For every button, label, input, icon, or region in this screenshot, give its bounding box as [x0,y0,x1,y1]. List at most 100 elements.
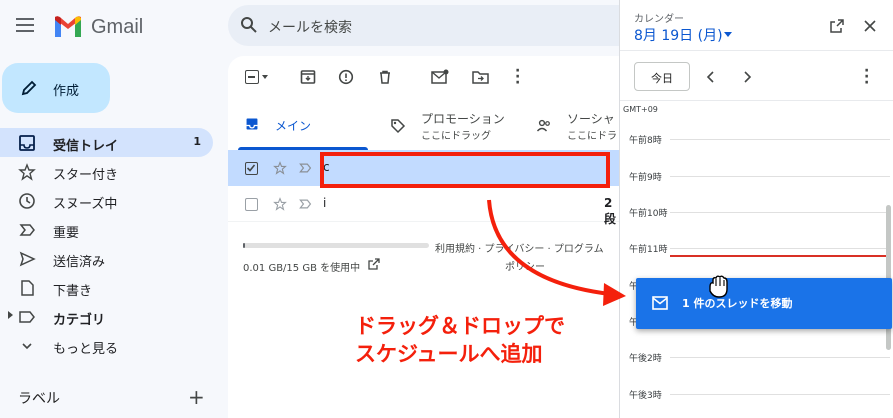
tag-icon [391,119,406,134]
grab-cursor-icon [709,275,728,298]
people-icon [536,119,550,132]
compose-label: 作成 [53,84,80,99]
label-icon [19,311,35,323]
important-icon [19,224,35,236]
sidebar-item-inbox[interactable]: 受信トレイ 1 [0,128,213,157]
clock-icon [19,193,35,209]
inbox-icon [246,118,258,130]
inbox-icon [19,135,35,151]
tab-social[interactable]: ソーシャ ここにドラ [528,102,623,149]
inbox-count: 1 [193,135,201,148]
hour-label: 午前9時 [629,173,662,183]
chevron-down-icon[interactable] [724,32,732,37]
important-icon[interactable] [298,197,312,211]
annotation-text: ドラッグ＆ドロップで スケジュールへ追加 [355,312,565,368]
sidebar-item-sent[interactable]: 送信済み [0,244,213,273]
sidebar-item-label: 受信トレイ [53,139,119,154]
tab-label: プロモーション [421,112,505,126]
mail-icon [652,296,668,310]
draft-icon [21,280,34,296]
annotation-line-2: スケジュールへ追加 [355,342,543,366]
sidebar-item-label: もっと見る [53,342,119,357]
hour-label: 午前11時 [629,245,668,255]
gmail-m-icon [55,16,81,37]
gmail-logo[interactable]: Gmail [53,14,153,40]
app-name: Gmail [91,16,144,38]
select-checkbox[interactable] [245,70,259,84]
labels-heading: ラベル [18,391,60,407]
calendar-date[interactable]: 8月 19日 (月) [634,25,723,45]
chevron-down-icon [22,343,32,350]
move-to-icon[interactable] [472,69,490,85]
important-icon[interactable] [298,161,312,175]
timezone-label: GMT+09 [623,105,658,114]
search-bar[interactable]: メールを検索 [228,5,623,46]
close-icon[interactable] [863,19,877,33]
open-external-icon[interactable] [368,258,380,270]
open-in-new-icon[interactable] [829,18,845,34]
calendar-more-icon[interactable]: · · · [864,64,869,90]
drag-tooltip-label: 1 件のスレッドを移動 [682,297,793,310]
footer-links-2[interactable]: ポリシー [505,258,545,273]
mark-unread-icon[interactable] [431,69,449,85]
send-icon [19,251,36,267]
table-row[interactable]: i 2段 [228,186,623,226]
search-input[interactable]: メールを検索 [268,17,352,37]
add-label-button[interactable]: + [188,385,205,409]
sidebar-item-label: 送信済み [53,255,106,270]
hamburger-icon [16,18,34,32]
tab-label: ソーシャ [567,112,615,126]
sidebar-item-label: カテゴリ [53,313,106,328]
row-checkbox[interactable] [245,162,258,175]
sidebar-item-drafts[interactable]: 下書き [0,273,213,302]
select-dropdown-icon[interactable] [262,75,268,79]
compose-button[interactable]: 作成 [2,63,110,113]
tab-promotions[interactable]: プロモーション ここにドラッグ [378,102,528,149]
report-spam-icon[interactable] [338,69,354,85]
sidebar-item-more[interactable]: もっと見る [0,331,213,360]
annotation-line-1: ドラッグ＆ドロップで [355,314,565,338]
hour-label: 午後2時 [629,354,662,364]
archive-icon[interactable] [300,69,316,85]
search-icon [241,17,257,33]
hour-label: 午後3時 [629,391,662,401]
check-icon [246,164,256,172]
pencil-icon [21,80,37,96]
current-time-line [670,255,888,257]
row-checkbox[interactable] [245,198,258,211]
sidebar-item-important[interactable]: 重要 [0,215,213,244]
sidebar-item-starred[interactable]: スター付き [0,157,213,186]
sidebar-item-label: 重要 [53,226,80,241]
calendar-panel: カレンダー 8月 19日 (月) 今日 · · · GMT+09 午前8時 午前9時… [619,0,893,418]
more-options-icon[interactable]: · · · [515,64,520,90]
star-icon[interactable] [273,161,287,175]
storage-text: 0.01 GB/15 GB を使用中 [243,263,361,274]
main-menu-button[interactable] [16,16,38,36]
star-icon [18,163,36,181]
tab-sublabel: ここにドラ [567,131,617,142]
tab-primary[interactable]: メイン [228,102,378,150]
tab-sublabel: ここにドラッグ [421,131,491,142]
star-icon[interactable] [273,197,287,211]
storage-bar [243,243,429,248]
hour-label: 午前8時 [629,136,662,146]
today-label: 今日 [651,72,673,85]
chevron-right-icon[interactable] [742,71,752,83]
tab-label: メイン [275,119,312,133]
drag-thread-tooltip[interactable]: 1 件のスレッドを移動 [636,278,892,329]
sidebar-item-label: スヌーズ中 [53,197,118,212]
sidebar-item-snoozed[interactable]: スヌーズ中 [0,186,213,215]
sidebar-item-categories[interactable]: カテゴリ [0,302,213,331]
drag-selection-highlight [320,152,610,188]
sidebar-item-label: スター付き [53,168,119,183]
trash-icon[interactable] [377,69,393,85]
expand-arrow-icon[interactable] [8,311,13,319]
hour-label: 午前10時 [629,209,668,219]
chevron-left-icon[interactable] [706,71,716,83]
footer-links[interactable]: 利用規約 · プライバシー · プログラム [435,240,604,255]
row-sender: i [323,196,327,210]
sidebar-item-label: 下書き [53,284,93,299]
storage-bar-fill [243,243,245,248]
today-button[interactable]: 今日 [634,62,690,91]
calendar-title: カレンダー [634,14,684,25]
